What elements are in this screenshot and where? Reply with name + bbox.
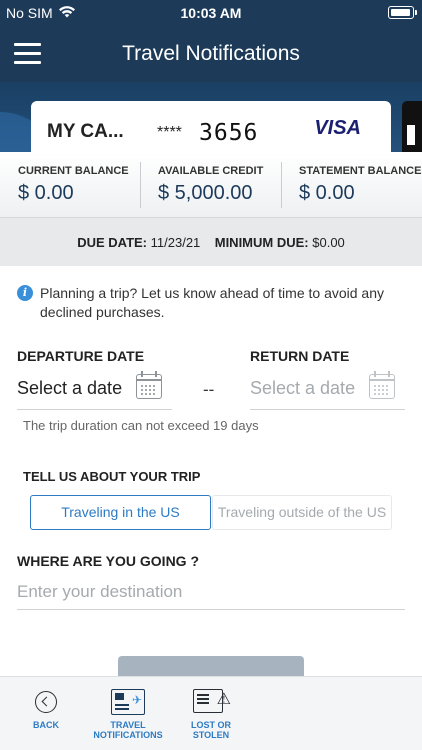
date-separator: -- <box>203 380 215 399</box>
tab-lost-label-line2: STOLEN <box>192 730 230 740</box>
trip-type-label: TELL US ABOUT YOUR TRIP <box>23 469 201 484</box>
back-circle-icon <box>35 691 57 713</box>
tab-back-label: BACK <box>33 720 59 730</box>
tab-travel-label-line2: NOTIFICATIONS <box>93 730 163 740</box>
due-date-value: 11/23/21 <box>150 235 201 250</box>
return-date-label: RETURN DATE <box>250 348 350 364</box>
visa-logo-icon: VISA <box>314 117 361 139</box>
available-credit-label: AVAILABLE CREDIT <box>158 165 264 177</box>
lost-card-warning-icon: ⚠ <box>193 689 231 713</box>
calendar-icon[interactable] <box>368 371 395 399</box>
tab-travel-notifications[interactable]: ✈ TRAVEL NOTIFICATIONS <box>88 677 168 750</box>
clock: 10:03 AM <box>180 5 242 21</box>
trip-duration-hint: The trip duration can not exceed 19 days <box>23 418 259 433</box>
info-text: Planning a trip? Let us know ahead of ti… <box>40 285 384 320</box>
available-credit-value: $ 5,000.00 <box>158 182 253 204</box>
next-card-peek[interactable] <box>402 101 422 152</box>
nav-header: Travel Notifications <box>0 26 422 82</box>
status-bar: No SIM 10:03 AM <box>0 0 422 26</box>
tab-lost-or-stolen[interactable]: ⚠ LOST OR STOLEN <box>180 677 242 750</box>
balance-divider <box>281 162 282 208</box>
tab-lost-label: LOST OR STOLEN <box>180 720 242 740</box>
statement-balance-value: $ 0.00 <box>299 182 355 204</box>
destination-input[interactable] <box>17 574 405 610</box>
destination-label: WHERE ARE YOU GOING ? <box>17 553 200 569</box>
traveling-outside-us-option[interactable]: Traveling outside of the US <box>212 495 392 530</box>
current-balance-value: $ 0.00 <box>18 182 74 204</box>
available-credit: AVAILABLE CREDIT $ 5,000.00 <box>158 152 278 218</box>
due-summary: DUE DATE: 11/23/21 MINIMUM DUE: $0.00 <box>0 218 422 266</box>
statement-balance: STATEMENT BALANCE $ 0.00 <box>299 152 422 218</box>
statement-balance-label: STATEMENT BALANCE <box>299 165 422 177</box>
tab-travel-label: TRAVEL NOTIFICATIONS <box>88 720 168 740</box>
calendar-icon[interactable] <box>135 371 162 399</box>
card-mask: **** <box>157 124 182 141</box>
return-date-field[interactable]: Select a date <box>250 366 405 410</box>
travel-card-icon: ✈ <box>111 689 145 715</box>
departure-date-field[interactable]: Select a date <box>17 366 172 410</box>
balance-summary: CURRENT BALANCE $ 0.00 AVAILABLE CREDIT … <box>0 152 422 218</box>
card-carousel[interactable]: MY CA... **** 3656 VISA <box>0 82 422 152</box>
battery-tip <box>415 10 417 15</box>
minimum-due-value: $0.00 <box>312 235 345 250</box>
due-date-label: DUE DATE: <box>77 235 148 250</box>
tab-back[interactable]: BACK <box>16 677 76 750</box>
bottom-tab-bar: BACK ✈ TRAVEL NOTIFICATIONS ⚠ LOST OR ST… <box>0 676 422 750</box>
departure-date-label: DEPARTURE DATE <box>17 348 145 364</box>
card-name: MY CA... <box>47 121 124 142</box>
page-title: Travel Notifications <box>122 42 300 65</box>
info-icon: i <box>17 285 33 301</box>
current-balance-label: CURRENT BALANCE <box>18 165 129 177</box>
balance-divider <box>140 162 141 208</box>
tab-lost-label-line1: LOST OR <box>191 720 231 730</box>
minimum-due-label: MINIMUM DUE: <box>214 235 309 250</box>
current-balance: CURRENT BALANCE $ 0.00 <box>18 152 138 218</box>
tab-travel-label-line1: TRAVEL <box>110 720 146 730</box>
card-last4: 3656 <box>199 120 259 146</box>
credit-card[interactable]: MY CA... **** 3656 VISA <box>31 101 391 152</box>
return-date-value: Select a date <box>250 378 356 398</box>
battery-icon <box>388 6 414 19</box>
departure-date-value: Select a date <box>17 378 123 398</box>
traveling-in-us-option[interactable]: Traveling in the US <box>30 495 211 530</box>
